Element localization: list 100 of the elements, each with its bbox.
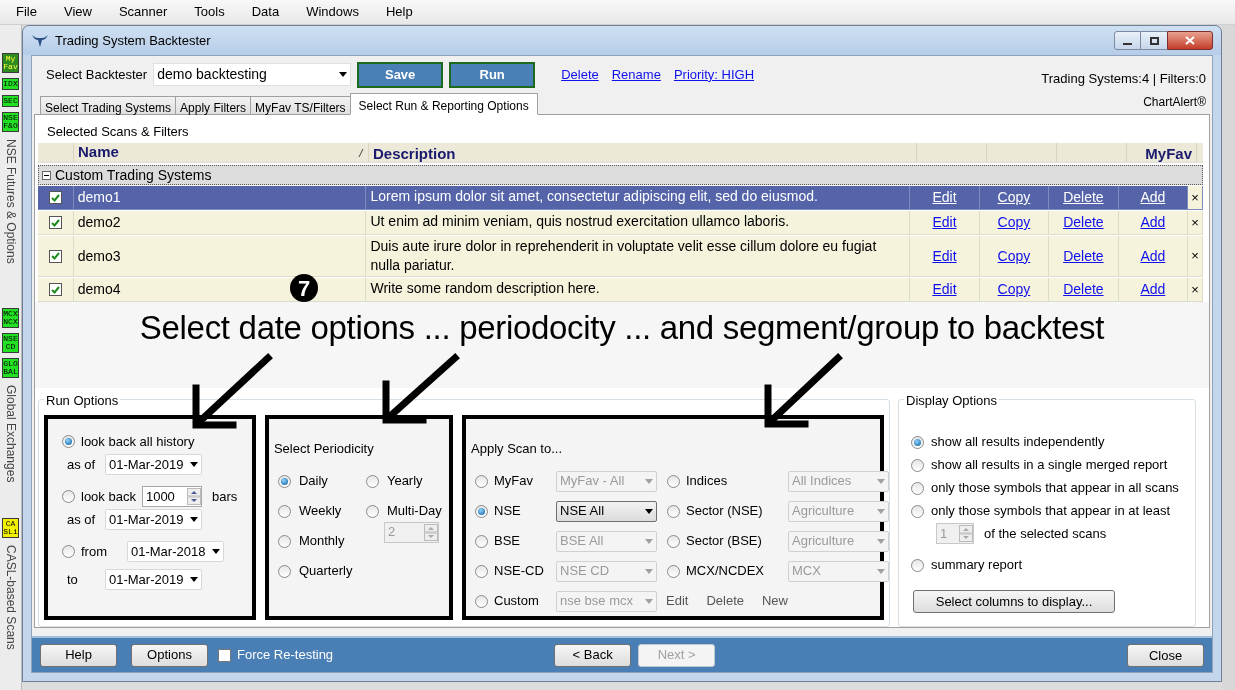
group-row[interactable]: Custom Trading Systems [38, 165, 1203, 185]
menu-item[interactable]: Scanner [118, 2, 168, 22]
action-link[interactable]: New [762, 591, 788, 611]
radio-label[interactable]: only those symbols that appear in all scans [931, 478, 1179, 498]
radio-label[interactable]: look back [81, 486, 136, 507]
radio-label[interactable]: only those symbols that appear in at least [931, 501, 1171, 521]
button[interactable]: Save [357, 61, 444, 88]
collapse-icon[interactable] [42, 170, 51, 180]
action-link[interactable]: Delete [706, 591, 744, 611]
radio-button[interactable] [365, 504, 379, 518]
radio-label[interactable]: show all results independently [931, 432, 1105, 452]
radio-label[interactable]: from [81, 541, 107, 562]
link[interactable]: Add [1140, 245, 1166, 267]
remove-icon[interactable]: × [1191, 212, 1199, 233]
radio-label[interactable]: show all results in a single merged report [931, 455, 1168, 475]
shortcut-badge[interactable]: NSE F&O [2, 112, 19, 132]
column-header[interactable]: MyFav [1127, 143, 1197, 162]
link[interactable]: Edit [932, 187, 957, 208]
table-row[interactable]: demo1 Lorem ipsum dolor sit amet, consectetur adipiscing elit, sed do eiusmod. Edit Copy Delete Add × [38, 186, 1203, 210]
number-spinner[interactable]: 1000 [141, 486, 202, 507]
menu-item[interactable]: Data [251, 2, 280, 22]
link[interactable]: Copy [997, 279, 1031, 300]
link[interactable]: Copy [997, 187, 1031, 208]
radio-button[interactable] [62, 490, 75, 503]
button[interactable]: Help [40, 643, 117, 667]
radio-button[interactable] [365, 474, 379, 488]
checkbox[interactable] [48, 283, 62, 296]
radio-button[interactable] [277, 474, 291, 488]
link[interactable]: Add [1140, 279, 1166, 300]
link[interactable]: Add [1140, 187, 1166, 208]
radio-label[interactable]: Monthly [298, 531, 345, 551]
menu-item[interactable]: View [63, 2, 92, 22]
remove-icon[interactable]: × [1191, 246, 1199, 266]
shortcut-badge[interactable]: NSE CD [2, 333, 19, 353]
radio-label[interactable]: Yearly [386, 471, 423, 491]
link[interactable]: Copy [997, 245, 1031, 267]
menu-item[interactable]: Windows [306, 2, 359, 22]
remove-icon[interactable]: × [1191, 279, 1199, 300]
checkbox-label[interactable]: Force Re-testing [237, 645, 334, 665]
link[interactable]: Edit [932, 279, 957, 300]
radio-button[interactable] [911, 435, 924, 449]
link[interactable]: Delete [1063, 279, 1104, 300]
button[interactable]: Options [131, 643, 208, 667]
shortcut-badge[interactable]: CA SLi [2, 518, 19, 538]
radio-label[interactable]: Weekly [298, 501, 342, 521]
radio-button[interactable] [911, 481, 924, 495]
close-icon[interactable] [1167, 31, 1213, 50]
tab[interactable]: Apply Filters [175, 96, 252, 115]
link[interactable]: Delete [1063, 212, 1104, 233]
column-header[interactable]: Description [369, 143, 917, 162]
shortcut-badge[interactable]: IDX [2, 78, 19, 90]
date-dropdown[interactable]: 01-Mar-2019 [105, 509, 202, 530]
radio-label[interactable]: look back all history [81, 431, 195, 452]
panel-caption[interactable]: Global Exchanges [1, 385, 20, 483]
panel-caption[interactable]: CASL-based Scans [1, 545, 20, 650]
menu-item[interactable]: File [16, 2, 37, 22]
panel-caption[interactable]: NSE Futures & Options [1, 139, 20, 264]
radio-label[interactable]: Quarterly [298, 561, 353, 581]
radio-button[interactable] [277, 504, 291, 518]
link[interactable]: Delete [1063, 245, 1104, 267]
date-dropdown[interactable]: 01-Mar-2019 [105, 454, 202, 475]
link[interactable]: Rename [611, 64, 661, 85]
link[interactable]: Copy [997, 212, 1031, 233]
link[interactable]: Delete [1063, 187, 1104, 208]
checkbox[interactable] [48, 216, 62, 229]
radio-button[interactable] [911, 504, 924, 518]
radio-button[interactable] [475, 504, 488, 518]
backtester-dropdown[interactable]: demo backtesting [153, 63, 352, 86]
shortcut-badge[interactable]: MCX NCX [2, 308, 19, 328]
radio-button[interactable] [62, 435, 75, 448]
radio-button[interactable] [911, 458, 924, 472]
scope-dropdown[interactable]: NSE All [556, 500, 657, 522]
date-dropdown[interactable]: 01-Mar-2018 [127, 541, 224, 562]
tab[interactable]: Select Run & Reporting Options [349, 93, 538, 115]
button[interactable]: < Back [554, 643, 632, 667]
checkbox[interactable] [48, 249, 62, 263]
minimize-icon[interactable] [1114, 31, 1141, 50]
radio-button[interactable] [911, 558, 924, 572]
date-dropdown[interactable]: 01-Mar-2019 [105, 569, 202, 590]
link[interactable]: Priority: HIGH [673, 64, 755, 85]
button[interactable]: Run [449, 61, 536, 88]
action-link[interactable]: Edit [666, 591, 689, 611]
radio-label[interactable]: Multi-Day [386, 501, 442, 521]
radio-label[interactable]: summary report [931, 555, 1023, 575]
radio-button[interactable] [277, 534, 291, 548]
tab[interactable]: Select Trading Systems [40, 96, 177, 115]
link[interactable]: Delete [561, 64, 599, 85]
button[interactable]: Select columns to display... [913, 590, 1115, 613]
column-header[interactable]: Name [74, 143, 369, 162]
button[interactable]: Close [1127, 644, 1204, 668]
radio-button[interactable] [62, 545, 75, 558]
radio-label[interactable]: Daily [298, 471, 328, 491]
tab[interactable]: MyFav TS/Filters [250, 96, 351, 115]
link[interactable]: Add [1140, 212, 1166, 233]
radio-button[interactable] [277, 564, 291, 578]
table-row[interactable]: demo2 Ut enim ad minim veniam, quis nostrud exercitation ullamco laboris. Edit Copy Delete Add × [38, 211, 1203, 235]
checkbox[interactable] [218, 648, 231, 662]
checkbox[interactable] [48, 191, 62, 204]
shortcut-badge[interactable]: GLO BAL [2, 358, 19, 378]
shortcut-badge[interactable]: My Fav [2, 53, 19, 73]
